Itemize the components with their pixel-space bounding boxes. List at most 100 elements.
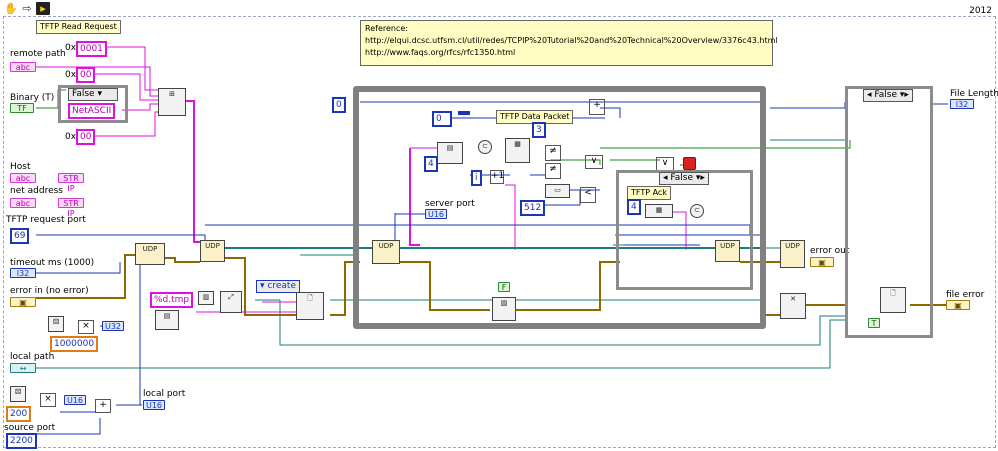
udp-open-icon[interactable]: UDP <box>135 243 165 265</box>
tftp-port-constant[interactable]: 69 <box>10 228 30 244</box>
source-port-constant[interactable]: 2200 <box>6 433 37 449</box>
not-equal-icon[interactable]: ≠ <box>545 145 561 161</box>
add-icon[interactable]: + <box>95 399 111 413</box>
rand-max-constant[interactable]: 1000000 <box>50 336 99 352</box>
dropdown-arrow-icon: ◂ <box>663 173 668 183</box>
local-path-terminal[interactable]: ↔ <box>10 363 36 373</box>
dropdown-arrow-icon: ▾▸ <box>695 173 705 183</box>
file-error-label: file error <box>946 290 985 300</box>
remote-path-terminal[interactable]: abc <box>10 62 36 72</box>
udp-close-icon[interactable]: UDP <box>780 240 805 268</box>
udp-write-icon[interactable]: UDP <box>200 240 225 262</box>
less-than-icon[interactable]: < <box>580 187 596 203</box>
dropdown-arrow-icon: ▾▸ <box>899 90 909 100</box>
string-subset-icon[interactable]: ▤ <box>437 142 463 164</box>
remote-path-label: remote path <box>10 49 66 59</box>
net-address-terminal[interactable]: abc <box>10 198 36 208</box>
binary-case-value: False <box>72 89 95 99</box>
multiply-icon[interactable]: × <box>78 320 94 334</box>
zero-byte-constant-1[interactable]: 00 <box>76 67 96 83</box>
outer-case-value: False <box>874 90 897 100</box>
loop-init-constant[interactable]: 0 <box>332 97 346 113</box>
or-icon[interactable]: ∨ <box>585 155 603 169</box>
error-in-label: error in (no error) <box>10 286 89 296</box>
local-port-indicator[interactable]: U16 <box>143 400 165 410</box>
tmp-format-constant[interactable]: %d.tmp <box>150 292 194 308</box>
or-icon-2[interactable]: ∨ <box>656 157 674 171</box>
server-port-label: server port <box>425 199 475 209</box>
multiply-icon-2[interactable]: × <box>40 393 56 407</box>
string-to-ip-icon-2[interactable]: STR IP <box>58 198 84 218</box>
reference-title: Reference: <box>365 24 408 33</box>
local-path-label: local path <box>10 352 55 362</box>
false-constant[interactable]: F <box>498 282 510 292</box>
file-length-indicator[interactable]: I32 <box>950 99 974 109</box>
build-path-icon[interactable]: ⤢ <box>220 291 242 313</box>
tftp-ack-case-value: False <box>670 173 693 183</box>
unflatten-icon[interactable]: ⊂ <box>478 140 492 154</box>
reference-comment: Reference: http://elqui.dcsc.utfsm.cl/ut… <box>360 20 778 66</box>
flatten-icon[interactable]: ⊂ <box>690 204 704 218</box>
hex-prefix-1: 0x <box>65 43 77 53</box>
tftp-ack-label: TFTP Ack <box>627 186 671 200</box>
binary-case-selector[interactable]: False ▾ <box>68 88 118 101</box>
tftp-port-label: TFTP request port <box>6 215 86 225</box>
port-200-constant[interactable]: 200 <box>6 406 32 422</box>
server-port-indicator[interactable]: U16 <box>425 209 447 219</box>
increment-icon[interactable]: +1 <box>490 170 504 184</box>
write-binary-file-icon[interactable]: ▧ <box>492 297 516 321</box>
index-array-constant[interactable]: 0 <box>432 111 452 127</box>
binary-label: Binary (T) <box>10 93 55 103</box>
reference-url-1[interactable]: http://elqui.dcsc.utfsm.cl/util/redes/TC… <box>365 35 778 47</box>
reference-url-2[interactable]: http://www.faqs.org/rfcs/rfc1350.html <box>365 47 768 59</box>
timeout-label: timeout ms (1000) <box>10 258 95 268</box>
concatenate-strings-icon[interactable]: ⊞ <box>158 88 186 116</box>
error-in-terminal[interactable]: ▣ <box>10 297 36 307</box>
index-array-constant-2[interactable] <box>458 111 470 115</box>
udp-read-icon[interactable]: UDP <box>372 240 400 264</box>
add-icon-2[interactable]: + <box>589 99 605 115</box>
tftp-read-request-label: TFTP Read Request <box>36 20 121 34</box>
dropdown-arrow-icon: ◂ <box>867 90 872 100</box>
file-operation-selector[interactable]: ▾ create <box>256 280 300 293</box>
error-out-label: error out <box>810 246 850 256</box>
random-number-icon[interactable]: ⚄ <box>48 316 64 332</box>
dropdown-arrow-icon: ▾ <box>260 281 265 291</box>
zero-byte-constant-2[interactable]: 00 <box>76 129 96 145</box>
opcode-constant[interactable]: 0001 <box>76 41 107 57</box>
iteration-terminal: i <box>471 170 482 186</box>
block-size-constant[interactable]: 512 <box>520 200 546 216</box>
true-constant[interactable]: T <box>868 318 880 328</box>
file-operation-value: create <box>267 281 296 291</box>
to-u16-icon[interactable]: U16 <box>64 395 86 405</box>
host-label: Host <box>10 162 31 172</box>
index-array-icon[interactable]: ▦ <box>505 138 530 163</box>
temp-dir-icon[interactable]: ▥ <box>198 291 214 305</box>
close-file-icon[interactable]: ✕ <box>780 293 806 319</box>
net-address-label: net address <box>10 186 63 196</box>
to-u32-icon[interactable]: U32 <box>102 321 124 331</box>
tftp-ack-case-selector[interactable]: ◂ False ▾▸ <box>659 172 709 185</box>
host-terminal[interactable]: abc <box>10 173 36 183</box>
not-equal-icon-2[interactable]: ≠ <box>545 163 561 179</box>
random-number-icon-2[interactable]: ⚄ <box>10 386 26 402</box>
udp-write-ack-icon[interactable]: UDP <box>715 240 740 262</box>
string-length-icon[interactable]: ▭ <box>545 184 570 198</box>
error-out-indicator[interactable]: ▣ <box>810 257 834 267</box>
format-into-string-icon[interactable]: ▤ <box>155 310 179 330</box>
string-to-ip-icon[interactable]: STR IP <box>58 173 84 193</box>
file-length-label: File Length <box>950 89 998 99</box>
offset-4-constant[interactable]: 4 <box>424 156 438 172</box>
open-create-file-icon[interactable]: 🗋 <box>296 292 324 320</box>
file-error-indicator[interactable]: ▣ <box>946 300 970 310</box>
outer-case-selector[interactable]: ◂ False ▾▸ <box>863 89 913 102</box>
timeout-terminal[interactable]: I32 <box>10 268 36 278</box>
opcode-3-constant[interactable]: 3 <box>532 122 546 138</box>
netascii-constant[interactable]: NetASCII <box>68 103 116 119</box>
binary-terminal[interactable]: TF <box>10 103 34 113</box>
hex-prefix-3: 0x <box>65 132 77 142</box>
move-file-icon[interactable]: 🗋 <box>880 287 906 313</box>
stop-condition-icon[interactable] <box>683 157 696 170</box>
build-ack-icon[interactable]: ▦ <box>645 204 673 218</box>
ack-opcode-constant[interactable]: 4 <box>627 199 641 215</box>
